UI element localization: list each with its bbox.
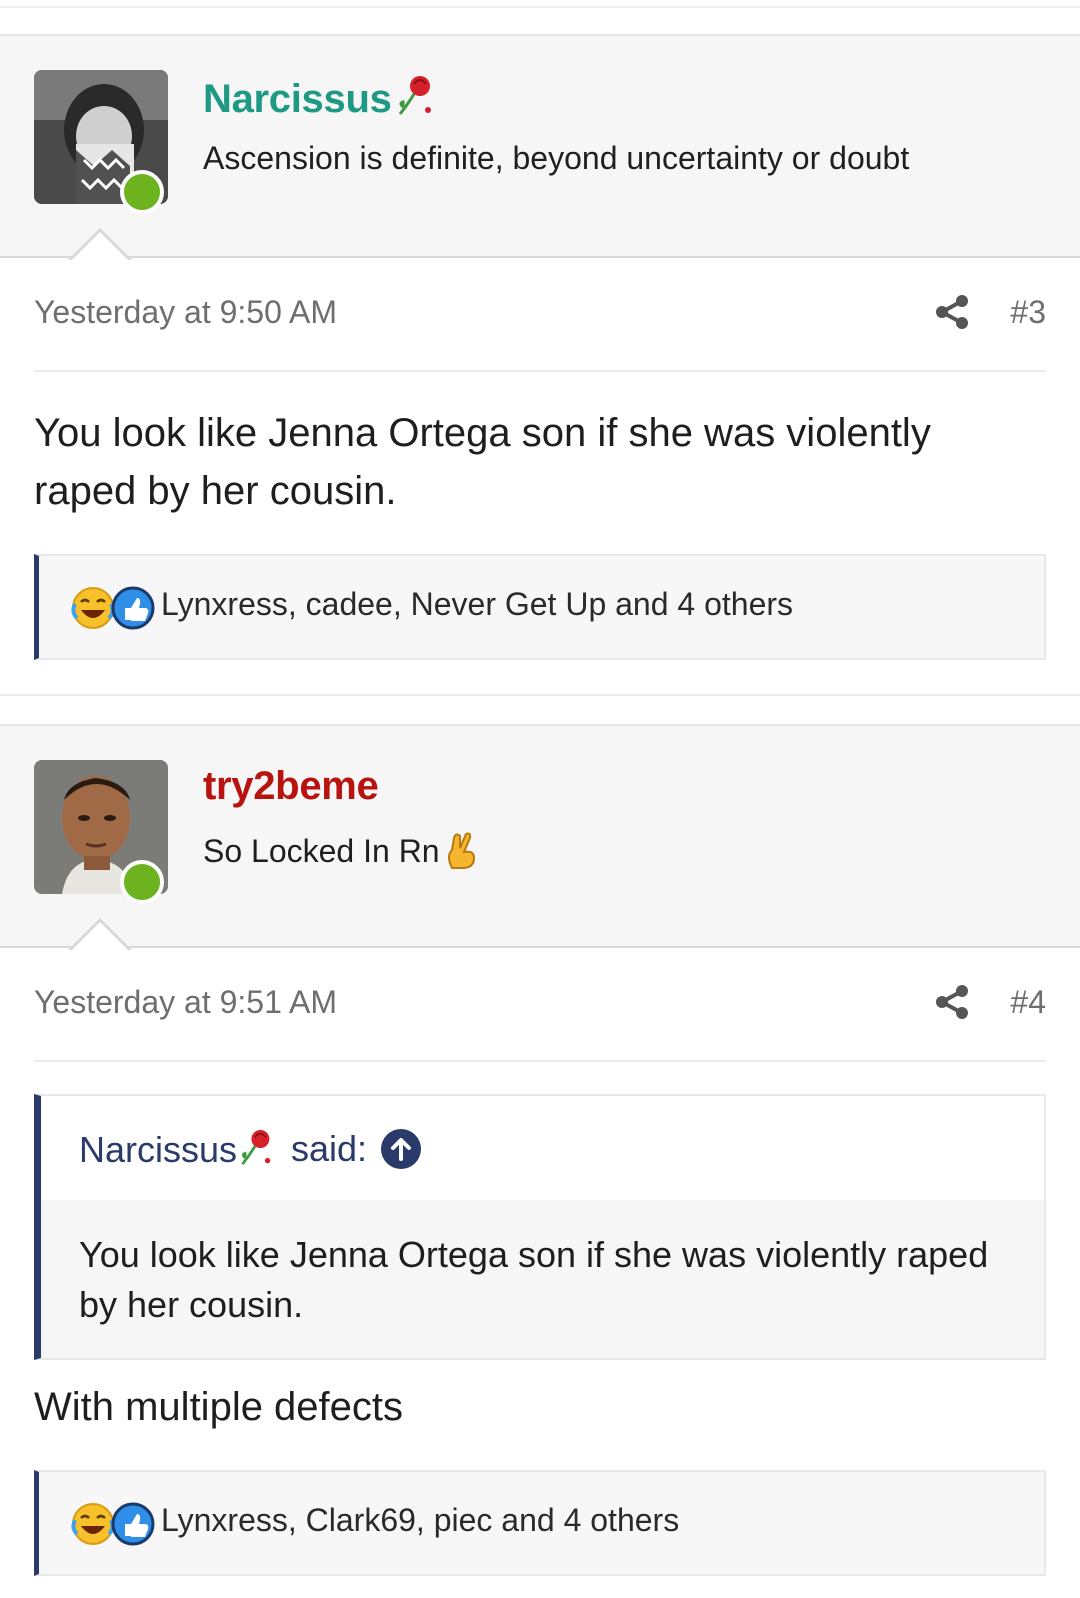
post-number[interactable]: #4 [1010,984,1046,1021]
quote-header[interactable]: Narcissus said: [41,1096,1044,1200]
post-date[interactable]: Yesterday at 9:51 AM [34,984,337,1021]
top-divider [0,6,1080,8]
meta-divider [34,370,1046,372]
post-body: With multiple defects [34,1385,404,1429]
username[interactable]: Narcissus [203,74,434,122]
header-pointer-fill [71,232,129,261]
like-thumb-icon [111,586,155,630]
post-header: try2beme So Locked In Rn [0,724,1080,948]
share-icon[interactable] [934,984,970,1020]
post-body: You look like Jenna Ortega son if she wa… [34,411,931,513]
jump-to-quote-icon[interactable] [381,1129,421,1169]
meta-divider [34,1060,1046,1062]
quote-author[interactable]: Narcissus [79,1128,273,1171]
username[interactable]: try2beme [203,764,379,809]
like-thumb-icon [111,1502,155,1546]
reaction-icons [71,1502,155,1546]
crossed-fingers-icon [444,830,478,870]
reaction-names[interactable]: Lynxress, Clark69, piec and 4 others [161,1502,679,1539]
user-title: So Locked In Rn [203,830,478,870]
rose-icon [237,1128,273,1168]
rose-icon [394,74,434,118]
reaction-names[interactable]: Lynxress, cadee, Never Get Up and 4 othe… [161,586,793,623]
laughing-emoji-icon [71,587,115,629]
header-pointer-fill [71,922,129,951]
online-status-indicator [120,860,164,904]
post-header: Narcissus Ascension is definite, beyond … [0,34,1080,258]
quote-body: You look like Jenna Ortega son if she wa… [41,1200,1044,1358]
reaction-icons [71,586,155,630]
share-icon[interactable] [934,294,970,330]
post-number[interactable]: #3 [1010,294,1046,331]
post-separator [0,694,1080,724]
quote-block: Narcissus said: You look like Jenna Orte… [34,1094,1046,1360]
reactions-bar[interactable]: Lynxress, cadee, Never Get Up and 4 othe… [34,554,1046,660]
laughing-emoji-icon [71,1503,115,1545]
quote-text: You look like Jenna Ortega son if she wa… [79,1234,989,1325]
reactions-bar[interactable]: Lynxress, Clark69, piec and 4 others [34,1470,1046,1576]
post-date[interactable]: Yesterday at 9:50 AM [34,294,337,331]
quote-said-label: said: [291,1128,368,1169]
online-status-indicator [120,170,164,214]
user-title: Ascension is definite, beyond uncertaint… [203,140,910,176]
